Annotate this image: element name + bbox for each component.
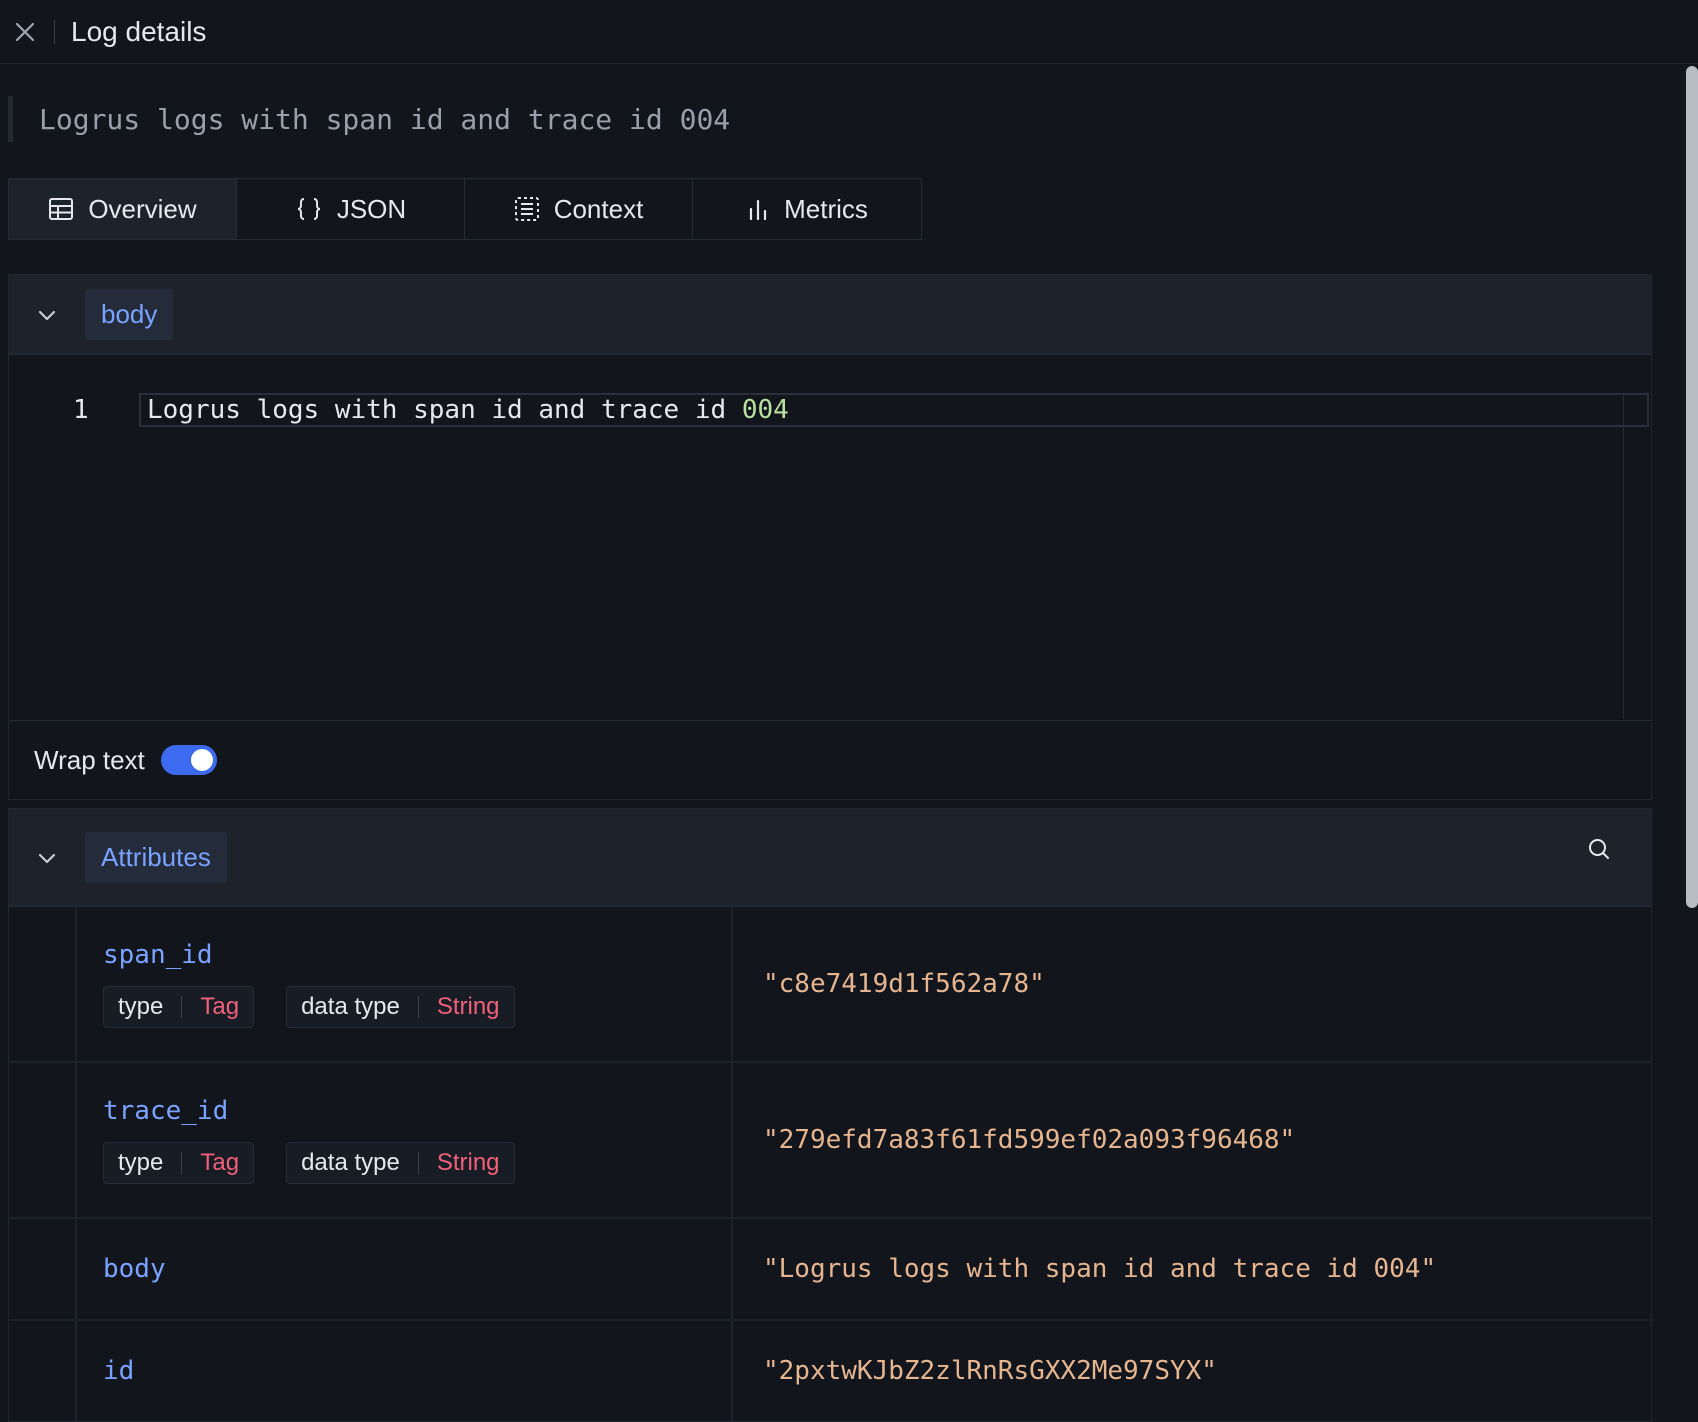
attribute-key-cell: span_id type Tag data type String (77, 907, 733, 1061)
code-text: Logrus logs with span id and trace id (147, 395, 742, 425)
drawer-header: Log details (0, 0, 1698, 64)
tab-bar: Overview JSON Context Metrics (8, 178, 922, 240)
close-button[interactable] (0, 7, 50, 57)
badge-value: String (436, 1149, 500, 1176)
header-divider (54, 19, 55, 44)
tab-context[interactable]: Context (465, 179, 693, 239)
code-number: 004 (741, 395, 789, 425)
code-line: Logrus logs with span id and trace id 00… (139, 393, 1649, 427)
wrap-text-row: Wrap text (9, 721, 1651, 799)
data-type-badge: data type String (286, 986, 515, 1028)
braces-icon (295, 195, 323, 223)
tab-label: Context (553, 193, 644, 224)
collapse-attributes-button[interactable] (17, 828, 77, 888)
attribute-key: trace_id (103, 1096, 229, 1126)
scrollbar-thumb[interactable] (1686, 66, 1698, 908)
wrap-text-label: Wrap text (34, 744, 145, 775)
type-badge: type Tag (103, 1142, 255, 1184)
attribute-key: body (103, 1254, 166, 1284)
row-gutter (9, 1063, 77, 1217)
editor-ruler (1623, 395, 1624, 719)
badge-value: Tag (200, 993, 240, 1020)
attribute-key-cell: trace_id type Tag data type String (77, 1063, 733, 1217)
attribute-key: id (103, 1356, 135, 1386)
badge-value: String (436, 993, 500, 1020)
attributes-panel: Attributes span_id type Tag data type St… (8, 808, 1652, 1422)
page-title: Log details (71, 15, 207, 47)
badge-separator (417, 996, 419, 1018)
row-gutter (9, 1219, 77, 1319)
tab-label: Metrics (784, 193, 868, 224)
search-attributes-button[interactable] (1581, 831, 1617, 867)
badge-separator (181, 1152, 183, 1174)
badge-label: type (118, 1149, 164, 1176)
close-icon (15, 22, 35, 41)
tab-metrics[interactable]: Metrics (693, 179, 921, 239)
type-badge: type Tag (103, 986, 255, 1028)
attribute-row: body "Logrus logs with span id and trace… (9, 1219, 1651, 1321)
row-gutter (9, 907, 77, 1061)
context-icon (514, 196, 540, 222)
attribute-key-cell: body (77, 1219, 733, 1319)
row-gutter (9, 1321, 77, 1421)
bar-chart-icon (746, 197, 770, 221)
table-icon (48, 196, 74, 222)
badge-value: Tag (200, 1149, 240, 1176)
wrap-text-toggle[interactable] (160, 745, 217, 775)
attributes-section-label: Attributes (85, 832, 227, 883)
line-number: 1 (73, 395, 89, 425)
attribute-row: span_id type Tag data type String "c8e74… (9, 907, 1651, 1063)
search-icon (1589, 839, 1609, 859)
toggle-knob (190, 749, 213, 771)
data-type-badge: data type String (286, 1142, 515, 1184)
tab-label: Overview (88, 193, 197, 224)
attribute-badges: type Tag data type String (103, 986, 731, 1028)
attribute-key: span_id (103, 940, 213, 970)
tab-json[interactable]: JSON (237, 179, 465, 239)
attribute-value: "279efd7a83f61fd599ef02a093f96468" (763, 1125, 1296, 1155)
attribute-row: id "2pxtwKJbZ2zlRnRsGXX2Me97SYX" (9, 1321, 1651, 1421)
badge-label: data type (301, 993, 400, 1020)
attribute-key-cell: id (77, 1321, 733, 1421)
log-summary: Logrus logs with span id and trace id 00… (8, 96, 1648, 142)
body-code-editor[interactable]: 1 Logrus logs with span id and trace id … (9, 355, 1651, 721)
chevron-down-icon (38, 853, 56, 863)
attribute-value: "c8e7419d1f562a78" (763, 969, 1045, 999)
body-section-label: body (85, 289, 174, 340)
chevron-down-icon (38, 310, 56, 320)
attribute-row: trace_id type Tag data type String "279e… (9, 1063, 1651, 1219)
badge-label: type (118, 993, 164, 1020)
attribute-value: "Logrus logs with span id and trace id 0… (763, 1254, 1437, 1284)
body-panel-header[interactable]: body (9, 275, 1651, 355)
badge-label: data type (301, 1149, 400, 1176)
collapse-body-button[interactable] (17, 285, 77, 345)
tab-overview[interactable]: Overview (9, 179, 237, 239)
attribute-value: "2pxtwKJbZ2zlRnRsGXX2Me97SYX" (763, 1356, 1217, 1386)
attribute-badges: type Tag data type String (103, 1142, 731, 1184)
badge-separator (417, 1152, 419, 1174)
attributes-panel-header[interactable]: Attributes (9, 809, 1651, 907)
badge-separator (181, 996, 183, 1018)
tab-label: JSON (336, 193, 407, 224)
body-panel: body 1 Logrus logs with span id and trac… (8, 274, 1652, 800)
